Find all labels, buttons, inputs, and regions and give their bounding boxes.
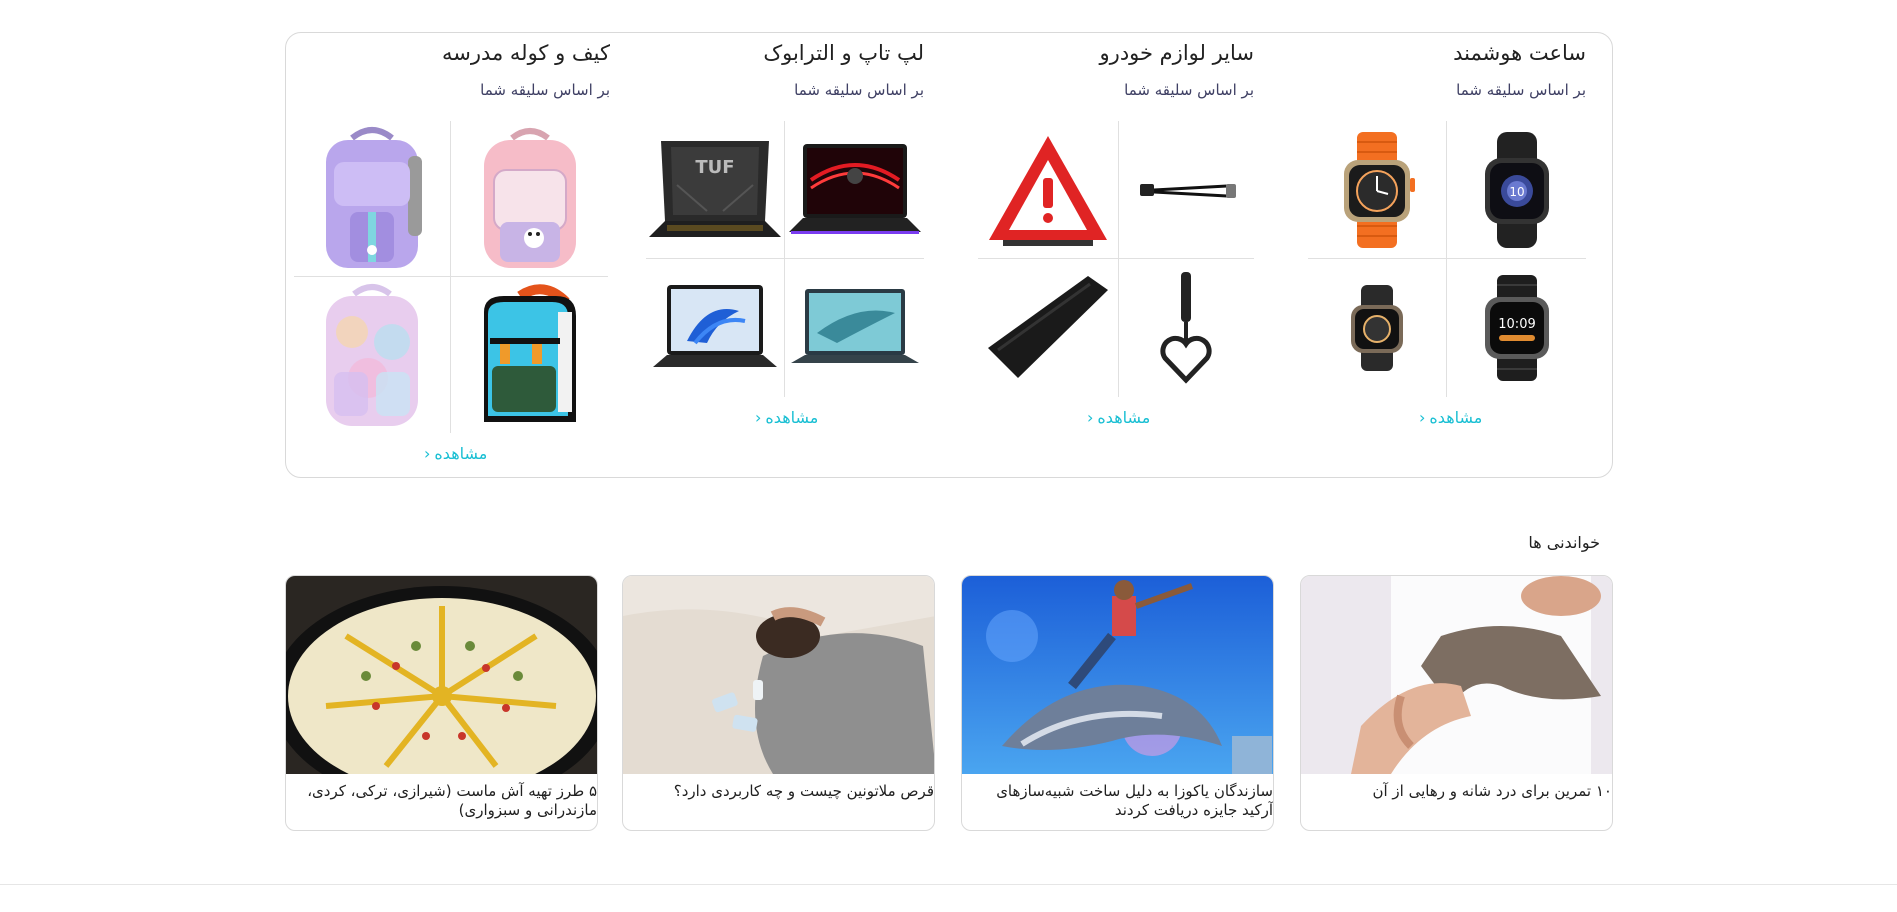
see-more-label: مشاهده: [1097, 408, 1151, 427]
see-more-link[interactable]: مشاهده ‹: [1419, 408, 1482, 427]
recommended-categories: ساعت هوشمند بر اساس سلیقه شما 10 10:09 م…: [285, 32, 1613, 478]
car-seat-gap-filler-icon: [988, 276, 1108, 378]
product-thumb[interactable]: [785, 259, 924, 397]
category-title[interactable]: لپ تاپ و الترابوک: [763, 41, 924, 65]
backpack-purple-icon: [326, 126, 422, 268]
laptop-zenbook-icon: [790, 289, 919, 363]
laptop-tuf-icon: TUF: [649, 140, 781, 237]
see-more-link[interactable]: مشاهده ‹: [424, 444, 487, 463]
article-card[interactable]: قرص ملاتونین چیست و چه کاربردی دارد؟: [622, 575, 935, 831]
laptop-windows-icon: [653, 285, 777, 367]
product-thumb[interactable]: 10: [1447, 121, 1586, 259]
article-card[interactable]: ۱۰ تمرین برای درد شانه و رهایی از آن: [1300, 575, 1613, 831]
product-thumb[interactable]: [294, 277, 451, 433]
svg-text:10: 10: [1509, 185, 1524, 199]
backpack-pink-icon: [483, 127, 576, 268]
svg-text:10:09: 10:09: [1498, 317, 1535, 332]
see-more-label: مشاهده: [434, 444, 488, 463]
product-thumb[interactable]: 10:09: [1447, 259, 1586, 397]
see-more-link[interactable]: مشاهده ‹: [755, 408, 818, 427]
section-title: خواندنی ها: [1528, 533, 1600, 552]
shoulder-therapy-image: [1301, 576, 1612, 774]
category-school-bags: کیف و کوله مدرسه بر اساس سلیقه شما مشاهد…: [294, 33, 610, 479]
see-more-label: مشاهده: [1429, 408, 1483, 427]
category-car-accessories: سایر لوازم خودرو بر اساس سلیقه شما مشاهد…: [978, 33, 1254, 479]
category-laptops: لپ تاپ و الترابوک بر اساس سلیقه شما TUF: [646, 33, 924, 479]
chevron-left-icon: ‹: [1087, 408, 1094, 427]
chevron-left-icon: ‹: [424, 444, 431, 463]
category-title[interactable]: کیف و کوله مدرسه: [442, 41, 610, 65]
article-card[interactable]: سازندگان یاکوزا به دلیل ساخت شبیه‌سازهای…: [961, 575, 1274, 831]
footer-divider: [0, 884, 1897, 885]
smartwatch-black-icon: 10: [1484, 131, 1549, 248]
see-more-label: مشاهده: [765, 408, 819, 427]
car-hook-heart-icon: [1159, 272, 1212, 384]
chevron-left-icon: ‹: [1419, 408, 1426, 427]
article-title: ۱۰ تمرین برای درد شانه و رهایی از آن: [1372, 782, 1612, 800]
svg-text:TUF: TUF: [695, 157, 734, 178]
warning-triangle-icon: [989, 135, 1107, 246]
dolphin-rider-image: [962, 576, 1273, 774]
sleeping-person-image: [623, 576, 934, 774]
category-subtitle: بر اساس سلیقه شما: [1456, 81, 1586, 99]
category-subtitle: بر اساس سلیقه شما: [794, 81, 924, 99]
product-thumb[interactable]: [451, 121, 608, 277]
chevron-left-icon: ‹: [755, 408, 762, 427]
article-title: قرص ملاتونین چیست و چه کاربردی دارد؟: [673, 782, 934, 800]
ash-mast-image: [286, 576, 597, 774]
backpack-pastel-icon: [326, 284, 418, 426]
category-subtitle: بر اساس سلیقه شما: [1124, 81, 1254, 99]
product-thumb[interactable]: TUF: [646, 121, 785, 259]
smartwatch-orange-band-icon: [1344, 131, 1415, 248]
gaming-laptop-red-icon: [788, 143, 921, 234]
article-title: ۵ طرز تهیه آش ماست (شیرازی، ترکی، کردی، …: [307, 782, 597, 819]
product-thumb[interactable]: [978, 259, 1119, 397]
product-thumb[interactable]: [785, 121, 924, 259]
category-title[interactable]: ساعت هوشمند: [1453, 41, 1586, 65]
product-thumb[interactable]: [646, 259, 785, 397]
smartwatch-ultra-black-icon: 10:09: [1484, 275, 1549, 381]
product-thumb[interactable]: [1308, 121, 1447, 259]
category-title[interactable]: سایر لوازم خودرو: [1100, 41, 1254, 65]
category-smart-watch: ساعت هوشمند بر اساس سلیقه شما 10 10:09 م…: [1308, 33, 1586, 479]
product-thumb[interactable]: [1119, 121, 1254, 259]
smartwatch-small-black-icon: [1351, 285, 1403, 371]
product-thumb[interactable]: [451, 277, 608, 433]
product-thumb[interactable]: [978, 121, 1119, 259]
article-title: سازندگان یاکوزا به دلیل ساخت شبیه‌سازهای…: [996, 782, 1273, 819]
category-subtitle: بر اساس سلیقه شما: [480, 81, 610, 99]
product-thumb[interactable]: [1119, 259, 1254, 397]
backpack-cartoon-icon: [483, 284, 576, 422]
car-cable-icon: [1139, 183, 1236, 198]
see-more-link[interactable]: مشاهده ‹: [1087, 408, 1150, 427]
product-thumb[interactable]: [294, 121, 451, 277]
product-thumb[interactable]: [1308, 259, 1447, 397]
article-card[interactable]: ۵ طرز تهیه آش ماست (شیرازی، ترکی، کردی، …: [285, 575, 598, 831]
